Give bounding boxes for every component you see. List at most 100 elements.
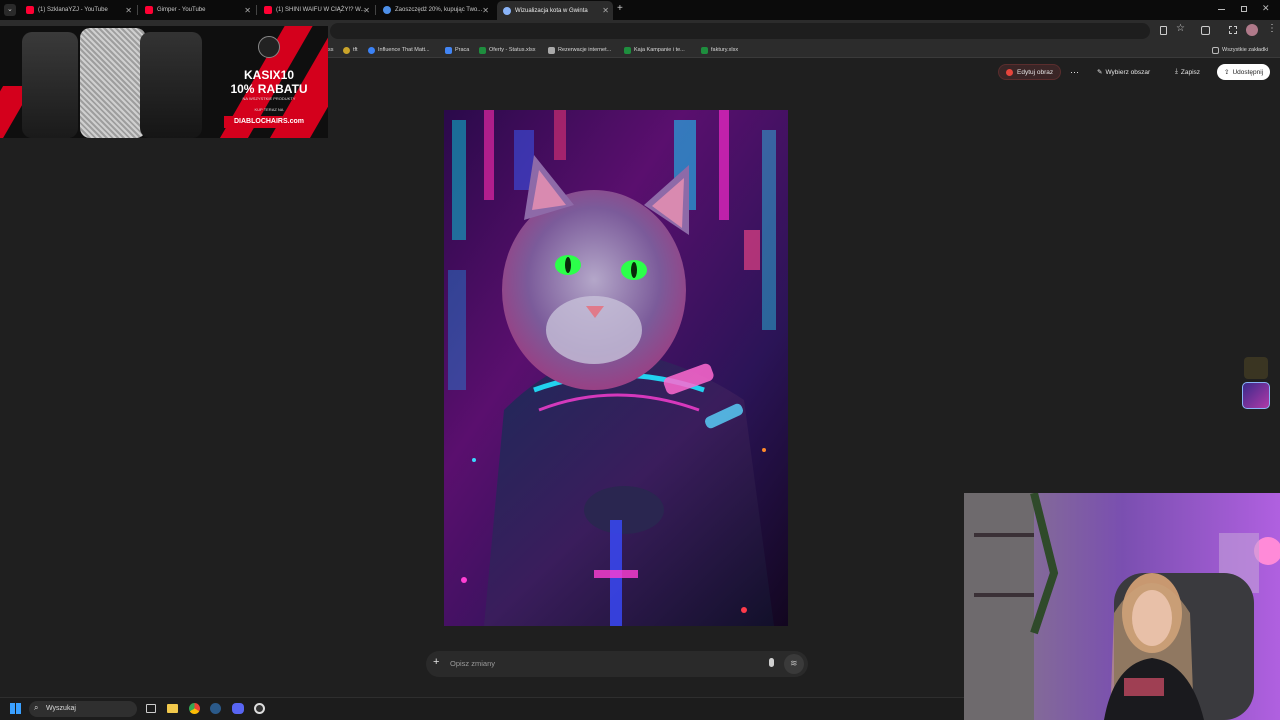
prompt-box: + Opisz zmiany ≋ [426,651,808,677]
page-icon[interactable] [1160,26,1167,35]
bookmark-label: Rezerwacje internet... [558,47,612,53]
file-explorer-icon[interactable] [167,704,178,713]
folder-icon [1212,46,1219,54]
bookmark-tft[interactable]: tft [343,44,358,56]
webcam-overlay [964,493,1280,720]
cyberpunk-cat-image [444,110,788,626]
tab-label: (1) SzklanaYZJ - YouTube [38,7,108,13]
menu-dots-icon[interactable]: ⋮ [1267,23,1277,34]
youtube-icon [145,6,153,14]
sheets-icon [479,46,486,54]
globe-icon [368,46,375,54]
bookmark-label: Kaja Kampanie i te... [634,47,685,53]
tab-label: Zaoszczędź 20%, kupując Two... [395,7,483,13]
waveform-icon: ≋ [790,658,798,668]
page-icon [548,46,555,54]
generated-image[interactable] [444,110,788,626]
extensions-icon[interactable] [1201,26,1210,35]
tab-search-button[interactable]: ⌄ [4,4,16,16]
live-audio-button[interactable]: ≋ [784,654,804,674]
chair-image [140,32,202,138]
tab-label: Wizualizacja kota w Gwinta [515,7,588,14]
edit-image-button[interactable]: Edytuj obraz [998,64,1062,80]
bookmark-kaja[interactable]: Kaja Kampanie i te... [624,44,685,56]
steam-icon[interactable] [210,703,221,714]
image-action-bar: Edytuj obraz ⋯ ✎ Wybierz obszar ⤓ Zapisz ⇪… [990,64,1280,82]
bookmark-label: Praca [455,47,470,53]
add-plus-icon[interactable]: + [433,656,439,668]
ad-banner[interactable]: KASIX10 10% RABATU NA WSZYSTKIE PRODUKTY… [0,26,328,138]
sheets-icon [624,46,631,54]
address-bar[interactable] [330,23,1150,39]
youtube-icon [264,6,272,14]
share-button[interactable]: ⇪ Udostępnij [1217,64,1271,80]
chevron-down-icon: ⌄ [7,6,13,13]
chair-image [22,32,78,138]
profile-avatar[interactable] [1246,24,1258,36]
bookmark-oferty[interactable]: Oferty - Status.xlsx [479,44,535,56]
tab-4[interactable]: Zaoszczędź 20%, kupując Two... ✕ [377,2,493,18]
maximize-icon[interactable] [1241,6,1247,12]
thumbnail-2-selected[interactable] [1242,382,1270,409]
ad-discount: 10% RABATU [230,82,308,96]
close-tab-icon[interactable]: ✕ [244,6,251,15]
windows-start-icon[interactable] [10,703,21,714]
star-icon[interactable]: ☆ [1176,23,1185,34]
share-icon: ⇪ [1224,69,1230,76]
tft-icon [343,46,350,54]
bookmark-rezerwacje[interactable]: Rezerwacje internet... [548,44,611,56]
save-button[interactable]: ⤓ Zapisz [1168,64,1207,80]
prompt-input[interactable]: Opisz zmiany [450,659,495,668]
thumbnail-1[interactable] [1244,357,1268,379]
all-bookmarks[interactable]: Wszystkie zakładki [1212,44,1268,56]
discord-icon[interactable] [232,703,244,714]
close-tab-icon[interactable]: ✕ [602,6,609,15]
minimize-icon[interactable] [1218,9,1225,10]
chrome-icon[interactable] [189,703,200,714]
more-options-button[interactable]: ⋯ [1066,64,1083,80]
taskbar-search[interactable]: ⌕ Wyszukaj [29,701,137,717]
chair-image [80,28,146,138]
ad-sub: NA WSZYSTKIE PRODUKTY [242,96,296,101]
bookmark-praca[interactable]: Praca [445,44,469,56]
select-area-label: Wybierz obszar [1105,68,1151,76]
sheets-icon [701,46,708,54]
ad-buy: KUP TERAZ NA [254,107,284,112]
tab-5-active[interactable]: Wizualizacja kota w Gwinta ✕ [497,1,613,20]
bookmark-label: ss [328,47,334,53]
edit-label: Edytuj obraz [1017,68,1054,76]
save-label: Zapisz [1180,68,1201,76]
bookmark-influence[interactable]: Influence That Matt... [368,44,430,56]
close-tab-icon[interactable]: ✕ [363,6,370,15]
bookmark-label: Influence That Matt... [378,47,430,53]
select-area-icon: ✎ [1097,69,1103,76]
obs-icon[interactable] [254,703,265,714]
new-tab-button[interactable]: + [617,3,623,14]
bookmark-faktury[interactable]: faktury.xlsx [701,44,738,56]
close-tab-icon[interactable]: ✕ [125,6,132,15]
select-area-button[interactable]: ✎ Wybierz obszar [1090,64,1157,80]
microphone-icon[interactable] [769,658,774,667]
task-view-icon[interactable] [146,704,156,713]
download-icon: ⤓ [1175,68,1178,75]
folder-icon [445,46,452,54]
taskbar-search-label: Wyszukaj [46,705,76,712]
ad-site-button[interactable]: DIABLOCHAIRS.com [224,116,314,128]
gemini-icon [503,6,511,15]
share-label: Udostępnij [1232,68,1264,76]
close-window-icon[interactable]: ✕ [1262,3,1270,14]
diablo-logo-icon [258,36,280,58]
close-tab-icon[interactable]: ✕ [482,6,489,15]
tab-2[interactable]: Gimper - YouTube ✕ [139,2,255,18]
grid-icon[interactable] [1229,26,1237,34]
tab-1[interactable]: (1) SzklanaYZJ - YouTube ✕ [20,2,136,18]
bookmark-label: tft [353,47,358,53]
bookmark-label: faktury.xlsx [711,47,739,53]
tab-label: Gimper - YouTube [157,7,206,13]
webcam-feed [964,493,1280,720]
ad-headline: KASIX10 [243,68,295,82]
bookmark-ss[interactable]: ss [328,44,334,56]
search-icon: ⌕ [34,703,39,712]
tab-label: (1) SHINI WAIFU W CIĄŻY!? W... [276,7,366,13]
tab-3[interactable]: (1) SHINI WAIFU W CIĄŻY!? W... ✕ [258,2,374,18]
